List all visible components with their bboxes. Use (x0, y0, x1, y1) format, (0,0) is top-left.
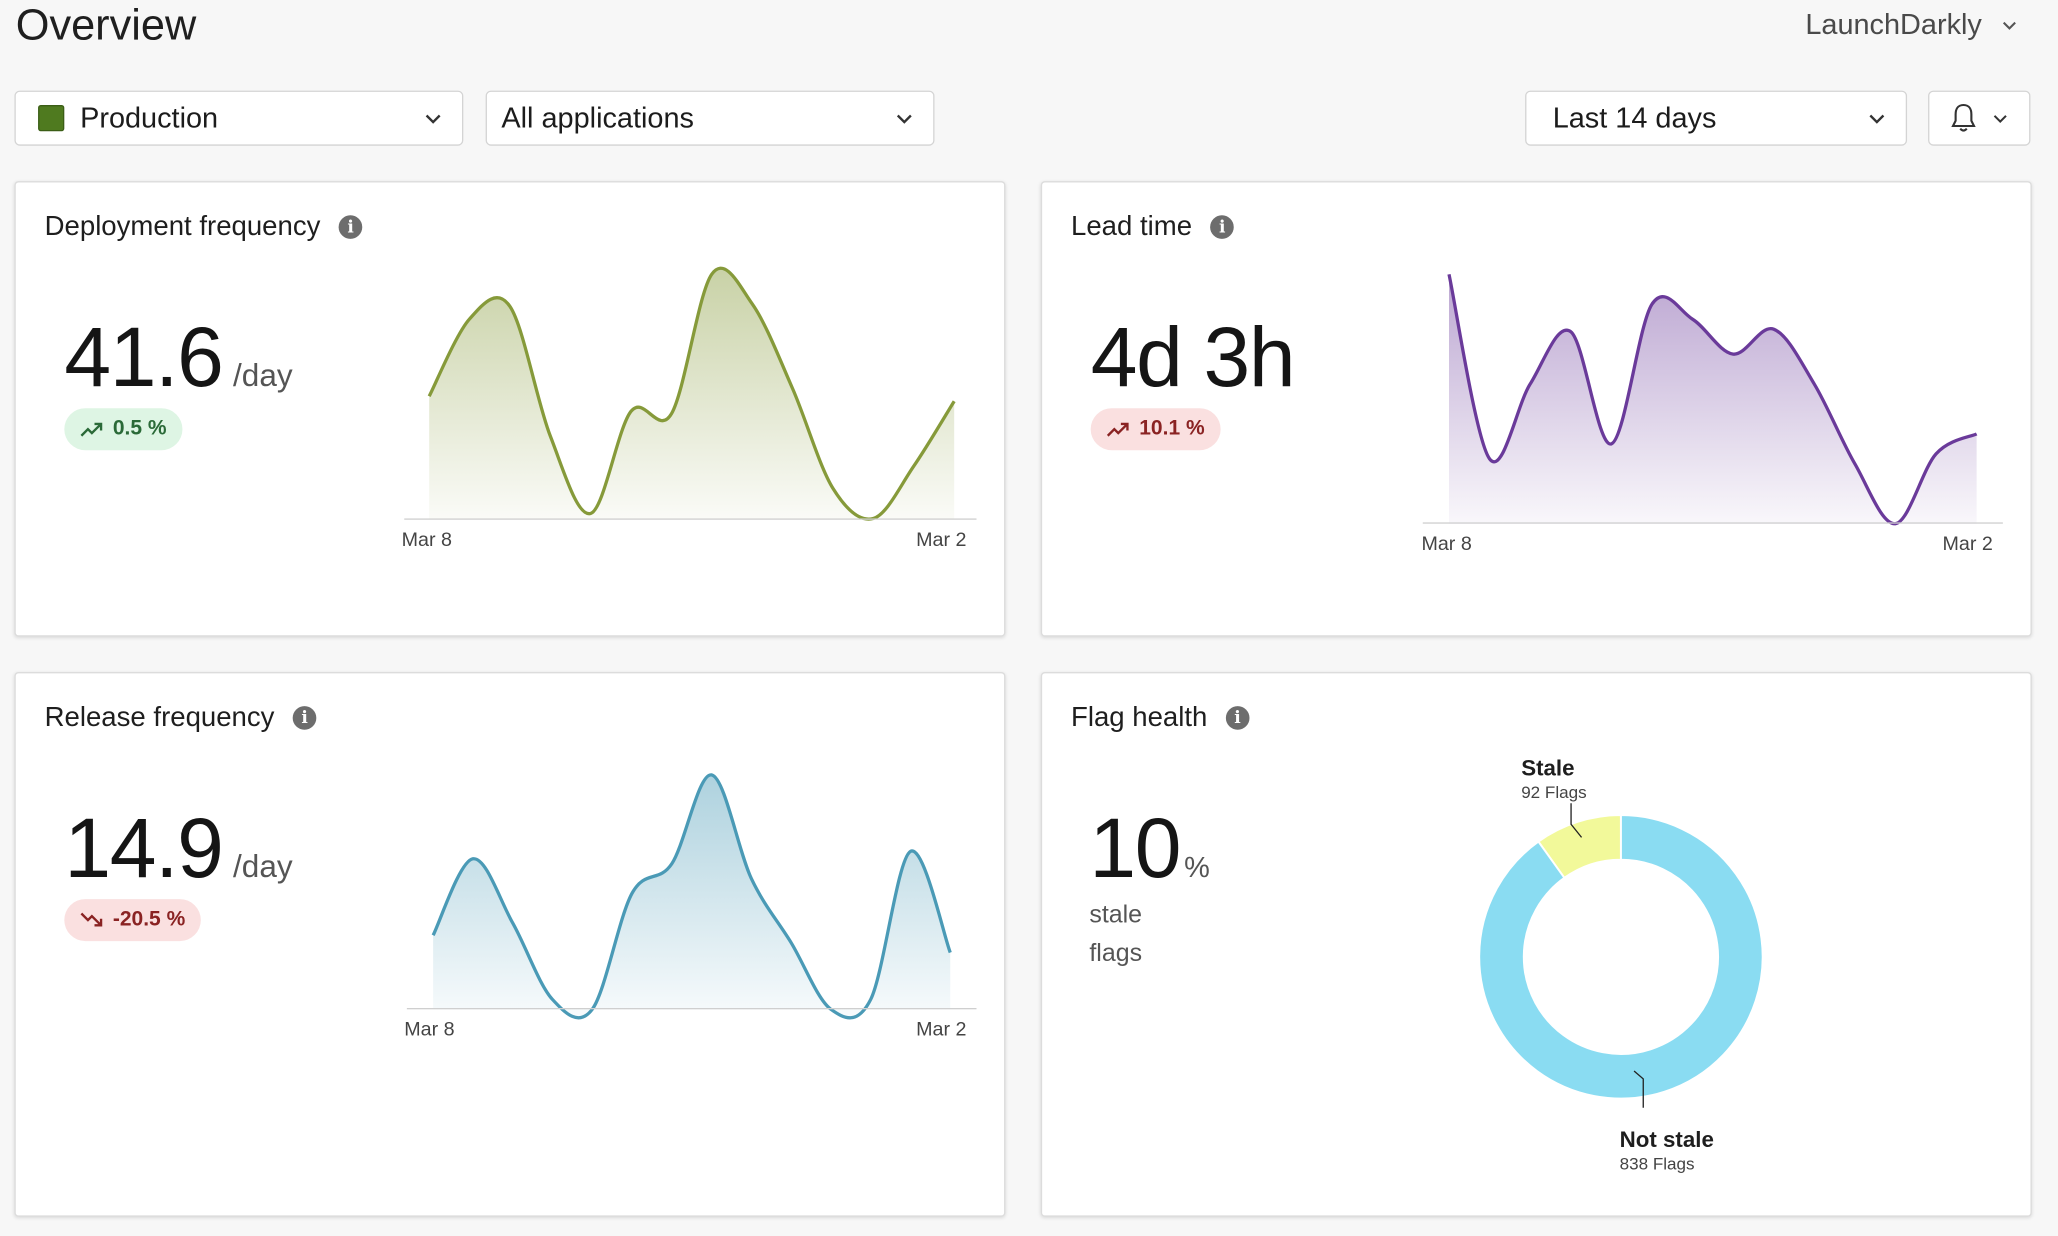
metric-unit: /day (233, 358, 293, 394)
metric-caption: stale flags (1089, 896, 1142, 972)
notstale-count: 838 Flags (1619, 1153, 1695, 1174)
stale-label-title: Stale (1521, 756, 1575, 781)
card-title-row: Deployment frequency i (45, 211, 363, 243)
info-icon[interactable]: i (1210, 215, 1235, 239)
card-title: Lead time (1071, 211, 1193, 242)
lead-time-sparkline (1447, 273, 1978, 526)
environment-select[interactable]: Production (14, 90, 464, 146)
notstale-label-title: Not stale (1619, 1127, 1714, 1153)
metric-caption-line1: stale (1089, 901, 1143, 930)
metric-value-group: 4d 3h (1090, 308, 1296, 405)
change-badge: 10.1 % (1090, 408, 1221, 451)
change-badge: 0.5 % (64, 408, 183, 451)
card-title-row: Lead time i (1071, 211, 1235, 243)
card-title: Deployment frequency (44, 211, 321, 242)
notifications-button[interactable] (1928, 90, 2031, 146)
org-name: LaunchDarkly (1805, 7, 1982, 41)
change-value: 10.1 % (1139, 417, 1205, 440)
info-icon[interactable]: i (292, 706, 317, 730)
change-badge: -20.5 % (64, 899, 201, 942)
change-value: 0.5 % (112, 417, 167, 440)
x-tick-start: Mar 8 (1421, 532, 1472, 556)
notstale-leader-line (1633, 1070, 1644, 1108)
card-title-row: Release frequency i (45, 702, 317, 734)
metric-value: 41.6 (64, 309, 224, 405)
date-range-label: Last 14 days (1552, 101, 1717, 134)
flag-health-card: Flag health i 10 % stale flags Stale 92 … (1040, 672, 2032, 1217)
chevron-down-icon (896, 114, 912, 124)
x-tick-end: Mar 2 (916, 1018, 967, 1041)
x-tick-start: Mar 8 (404, 1018, 455, 1041)
metric-value-group: 14.9 /day (64, 799, 292, 896)
chevron-down-icon (2002, 21, 2016, 30)
deployment-sparkline (427, 266, 956, 521)
metric-value-group: 41.6 /day (64, 308, 292, 405)
metric-value-group: 10 % (1089, 799, 1209, 896)
metric-value: 14.9 (64, 800, 224, 896)
x-tick-end: Mar 2 (916, 528, 967, 552)
bell-icon (1951, 103, 1976, 132)
info-icon[interactable]: i (1225, 706, 1250, 730)
donut-leader-lines (1570, 803, 1644, 1108)
x-tick-end: Mar 2 (1942, 532, 1993, 556)
info-icon[interactable]: i (338, 215, 363, 239)
x-tick-start: Mar 8 (401, 528, 452, 552)
x-axis-line (1422, 522, 2003, 524)
deployment-frequency-card: Deployment frequency i 41.6 /day 0.5 % M… (14, 181, 1006, 637)
change-value: -20.5 % (112, 908, 186, 931)
card-title-row: Flag health i (1071, 702, 1250, 734)
stale-leader-line (1570, 803, 1583, 838)
application-select-label: All applications (501, 101, 694, 134)
environment-select-label: Production (80, 101, 219, 134)
metric-value: 4d 3h (1090, 309, 1296, 405)
card-title: Release frequency (44, 702, 275, 733)
metric-value: 10 (1089, 800, 1181, 896)
sparkline-area (1449, 274, 1977, 524)
trend-up-icon (80, 422, 103, 437)
stale-count: 92 Flags (1521, 782, 1587, 802)
x-axis-line (404, 518, 977, 520)
page-title: Overview (15, 0, 197, 49)
chevron-down-icon (1993, 115, 2007, 124)
trend-down-icon (80, 912, 103, 927)
release-frequency-card: Release frequency i 14.9 /day -20.5 % Ma… (14, 672, 1006, 1217)
x-axis-line (406, 1008, 977, 1010)
org-switcher[interactable]: LaunchDarkly (1805, 8, 2018, 42)
trend-up-icon (1106, 422, 1129, 437)
chevron-down-icon (1869, 114, 1885, 124)
notstale-label: Not stale 838 Flags (1619, 1127, 1714, 1176)
environment-color-swatch (38, 105, 65, 132)
release-frequency-sparkline (431, 773, 952, 1020)
lead-time-card: Lead time i 4d 3h 10.1 % Mar 8 Mar 2 (1040, 181, 2032, 637)
metric-unit: % (1184, 850, 1210, 884)
card-title: Flag health (1071, 702, 1208, 733)
metric-unit: /day (233, 849, 293, 885)
application-select[interactable]: All applications (485, 90, 935, 146)
stale-label: Stale 92 Flags (1521, 757, 1586, 804)
metric-caption-line2: flags (1089, 939, 1143, 968)
chevron-down-icon (425, 114, 441, 124)
date-range-select[interactable]: Last 14 days (1525, 90, 1908, 146)
